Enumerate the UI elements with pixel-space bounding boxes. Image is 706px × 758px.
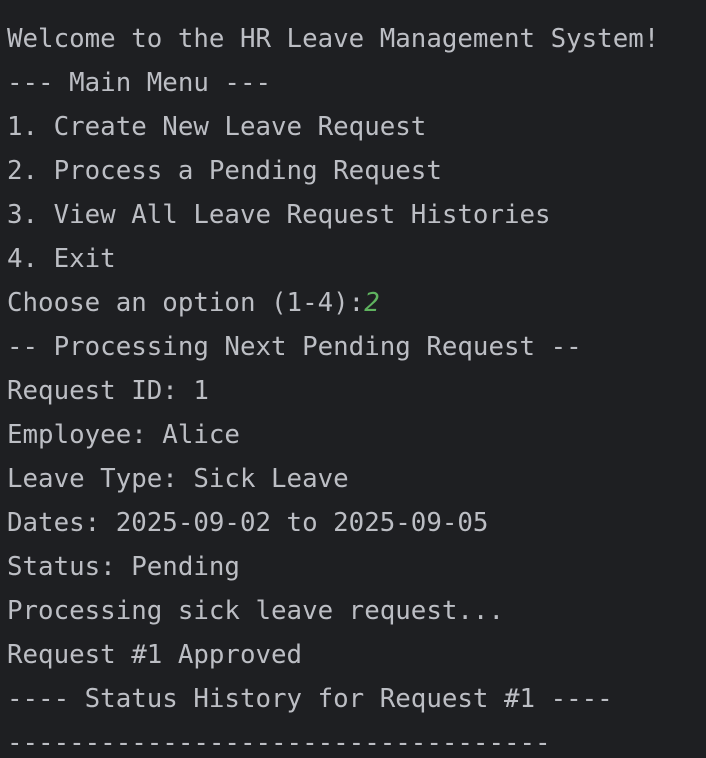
processing-message-line: Processing sick leave request... bbox=[7, 596, 504, 626]
user-input-value: 2 bbox=[364, 288, 380, 318]
menu-option-exit: 4. Exit bbox=[7, 244, 116, 274]
processing-header: -- Processing Next Pending Request -- bbox=[7, 332, 582, 362]
status-line: Status: Pending bbox=[7, 552, 240, 582]
request-id-line: Request ID: 1 bbox=[7, 376, 209, 406]
welcome-line: Welcome to the HR Leave Management Syste… bbox=[7, 24, 660, 54]
menu-option-process: 2. Process a Pending Request bbox=[7, 156, 442, 186]
dates-line: Dates: 2025-09-02 to 2025-09-05 bbox=[7, 508, 489, 538]
status-history-header: ---- Status History for Request #1 ---- bbox=[7, 684, 613, 714]
divider-line: ----------------------------------- bbox=[7, 728, 551, 758]
leave-type-line: Leave Type: Sick Leave bbox=[7, 464, 349, 494]
approval-line: Request #1 Approved bbox=[7, 640, 303, 670]
option-prompt: Choose an option (1-4): bbox=[7, 288, 365, 318]
menu-option-create: 1. Create New Leave Request bbox=[7, 112, 427, 142]
employee-line: Employee: Alice bbox=[7, 420, 240, 450]
menu-option-view-histories: 3. View All Leave Request Histories bbox=[7, 200, 551, 230]
option-prompt-line: Choose an option (1-4):2 bbox=[7, 281, 706, 325]
console-output[interactable]: Welcome to the HR Leave Management Syste… bbox=[0, 0, 706, 758]
main-menu-header: --- Main Menu --- bbox=[7, 68, 272, 98]
